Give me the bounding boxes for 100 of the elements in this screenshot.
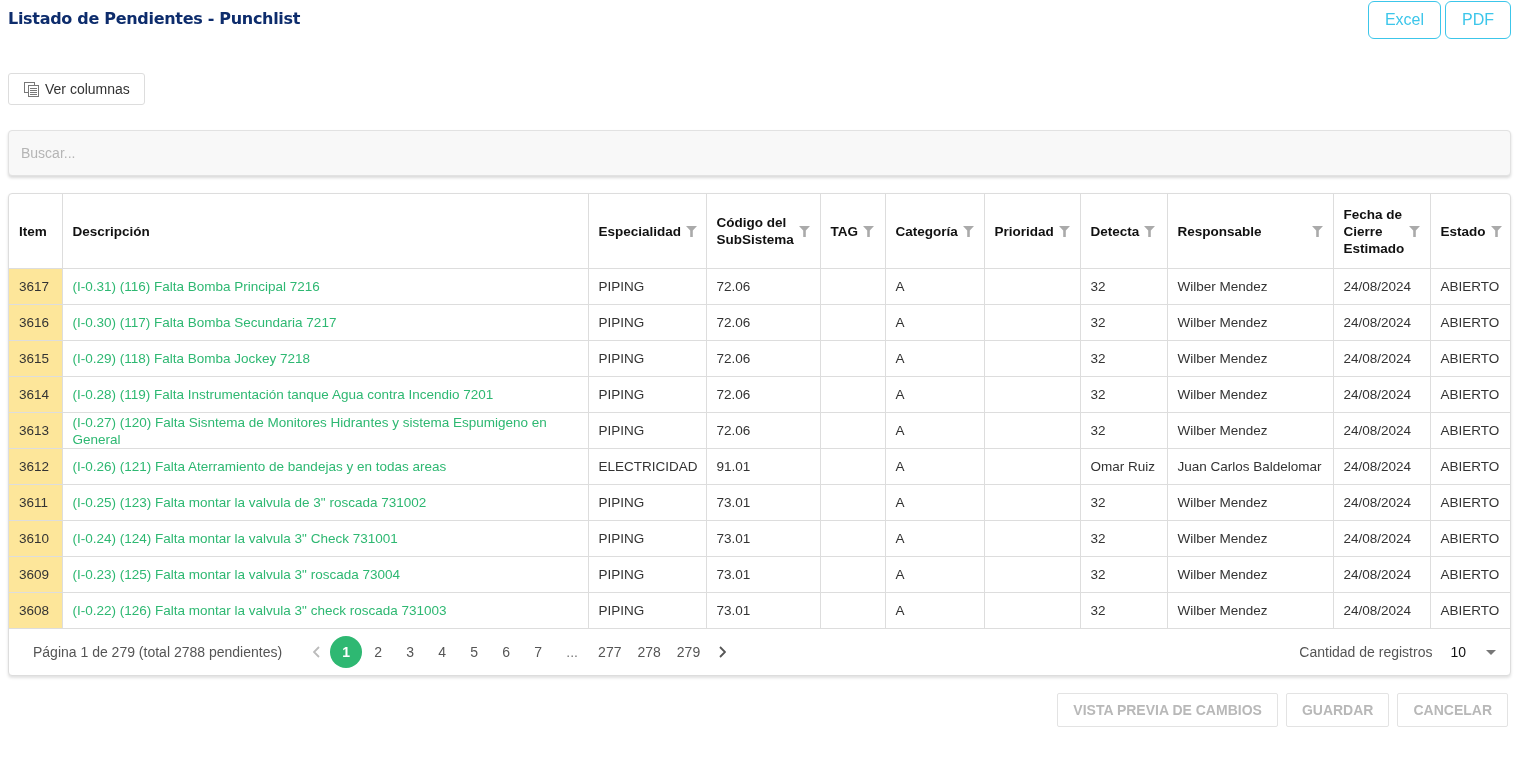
item-number-cell: 3616 (9, 304, 62, 341)
page-button[interactable]: 2 (362, 636, 395, 668)
table-cell: 24/08/2024 (1343, 603, 1412, 618)
table-cell: PIPING (598, 495, 645, 510)
item-number-cell: 3609 (9, 556, 62, 593)
filter-icon[interactable] (863, 225, 874, 237)
description-link[interactable]: (I-0.23) (125) Falta montar la valvula 3" roscada 73004 (72, 566, 578, 583)
page-button[interactable]: 6 (490, 636, 523, 668)
column-header: Responsable (1177, 222, 1262, 240)
table-cell: 24/08/2024 (1343, 315, 1412, 330)
table-cell: ABIERTO (1440, 315, 1500, 330)
table-cell: 73.01 (716, 567, 751, 582)
table-cell: Wilber Mendez (1177, 495, 1268, 510)
table-cell: 24/08/2024 (1343, 567, 1412, 582)
description-link[interactable]: (I-0.22) (126) Falta montar la valvula 3" check roscada 731003 (72, 602, 578, 619)
table-cell: ABIERTO (1440, 279, 1500, 294)
table-cell: PIPING (598, 279, 645, 294)
filter-icon[interactable] (798, 225, 810, 237)
column-header: Fecha de Cierre Estimado (1343, 205, 1405, 257)
column-header: Categoría (895, 222, 958, 240)
item-number-cell: 3610 (9, 520, 62, 557)
table-cell: Omar Ruiz (1090, 459, 1155, 474)
description-link[interactable]: (I-0.26) (121) Falta Aterramiento de bandejas y en todas areas (72, 458, 578, 475)
table-cell: A (895, 531, 905, 546)
filter-icon[interactable] (1409, 225, 1421, 237)
description-link[interactable]: (I-0.24) (124) Falta montar la valvula 3" Check 731001 (72, 530, 578, 547)
table-cell: PIPING (598, 351, 645, 366)
table-cell: 32 (1090, 279, 1106, 294)
table-cell: 24/08/2024 (1343, 387, 1412, 402)
description-link[interactable]: (I-0.25) (123) Falta montar la valvula de 3" roscada 731002 (72, 494, 578, 511)
page-button[interactable]: 1 (330, 636, 363, 668)
table-cell: ABIERTO (1440, 531, 1500, 546)
description-link[interactable]: (I-0.27) (120) Falta Sisntema de Monitores Hidrantes y sistema Espumigeno en General (72, 413, 578, 448)
table-cell: ABIERTO (1440, 603, 1500, 618)
item-number-cell: 3612 (9, 448, 62, 485)
page-button[interactable]: 3 (394, 636, 427, 668)
table-cell: 91.01 (716, 459, 751, 474)
table-cell: 32 (1090, 315, 1106, 330)
filter-icon[interactable] (1490, 225, 1502, 237)
page-title: Listado de Pendientes - Punchlist (8, 9, 301, 28)
column-header: TAG (830, 222, 858, 240)
table-cell: A (895, 387, 905, 402)
table-cell: ABIERTO (1440, 387, 1500, 402)
search-field[interactable]: Buscar... (8, 130, 1511, 176)
filter-icon[interactable] (1311, 225, 1323, 237)
table-cell: ABIERTO (1440, 351, 1500, 366)
table-cell: 24/08/2024 (1343, 495, 1412, 510)
export-button[interactable]: Excel (1367, 1, 1441, 39)
page-size-dropdown[interactable]: 10 (1450, 644, 1496, 660)
table-cell: 24/08/2024 (1343, 531, 1412, 546)
description-link[interactable]: (I-0.29) (118) Falta Bomba Jockey 7218 (72, 350, 578, 367)
table-cell: A (895, 567, 905, 582)
column-header: Prioridad (994, 222, 1054, 240)
caret-icon (1486, 649, 1496, 655)
description-link[interactable]: (I-0.28) (119) Falta Instrumentación tanque Agua contra Incendio 7201 (72, 386, 578, 403)
page-button[interactable]: 4 (426, 636, 459, 668)
table-cell: A (895, 315, 905, 330)
description-link[interactable]: (I-0.30) (117) Falta Bomba Secundaria 7217 (72, 314, 578, 331)
table-cell: A (895, 423, 905, 438)
table-cell: 32 (1090, 495, 1106, 510)
filter-icon[interactable] (962, 225, 974, 237)
table-cell: 24/08/2024 (1343, 459, 1412, 474)
page-button[interactable]: 277 (590, 636, 630, 668)
table-cell: 72.06 (716, 279, 751, 294)
table-cell: 32 (1090, 531, 1106, 546)
table-cell: 32 (1090, 387, 1106, 402)
table-cell: 73.01 (716, 495, 751, 510)
export-button[interactable]: PDF (1445, 1, 1511, 39)
table-cell: A (895, 495, 905, 510)
table-cell: Wilber Mendez (1177, 531, 1268, 546)
table-cell: 72.06 (716, 315, 751, 330)
filter-icon[interactable] (686, 225, 698, 237)
table-cell: Wilber Mendez (1177, 315, 1268, 330)
next-page-icon[interactable] (718, 646, 726, 658)
table-cell: Wilber Mendez (1177, 603, 1268, 618)
filter-icon[interactable] (1144, 225, 1156, 237)
page-button[interactable]: 278 (629, 636, 669, 668)
description-link[interactable]: (I-0.31) (116) Falta Bomba Principal 7216 (72, 278, 578, 295)
table-cell: Wilber Mendez (1177, 279, 1268, 294)
table-cell: 32 (1090, 423, 1106, 438)
item-number-cell: 3617 (9, 268, 62, 305)
table-cell: Juan Carlos Baldelomar (1177, 459, 1322, 474)
table-cell: 73.01 (716, 603, 751, 618)
page-size-label: Cantidad de registros (1299, 644, 1433, 660)
table-cell: PIPING (598, 387, 645, 402)
page-button[interactable]: 279 (668, 636, 709, 668)
table-cell: 24/08/2024 (1343, 351, 1412, 366)
table-cell: 72.06 (716, 387, 751, 402)
item-number-cell: 3613 (9, 412, 62, 449)
page-button[interactable]: 7 (522, 636, 555, 668)
table-cell: PIPING (598, 603, 645, 618)
table-cell: A (895, 459, 905, 474)
filter-icon[interactable] (1058, 225, 1070, 237)
item-number-cell: 3615 (9, 340, 62, 377)
table-cell: Wilber Mendez (1177, 387, 1268, 402)
columns-button[interactable]: Ver columnas (8, 73, 145, 105)
column-header: Descripción (72, 222, 150, 240)
page-ellipsis: ... (565, 644, 579, 660)
page-button[interactable]: 5 (458, 636, 491, 668)
previous-page-icon[interactable] (312, 646, 320, 658)
